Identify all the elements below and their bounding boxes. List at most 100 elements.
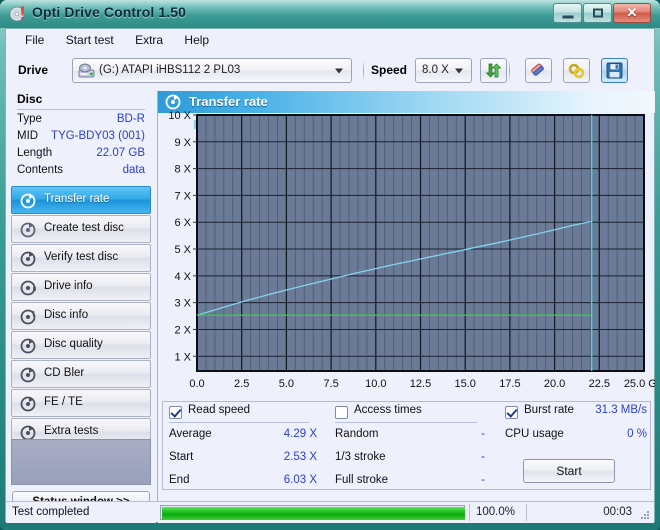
menu-start-test[interactable]: Start test bbox=[57, 29, 123, 51]
svg-text:2.5: 2.5 bbox=[234, 378, 249, 390]
settings-button[interactable] bbox=[563, 58, 590, 83]
disc-value: data bbox=[122, 164, 145, 176]
svg-text:5.0: 5.0 bbox=[279, 378, 294, 390]
menu-extra[interactable]: Extra bbox=[126, 29, 172, 51]
sidebar-item-label: Disc quality bbox=[44, 338, 103, 350]
svg-text:8 X: 8 X bbox=[174, 164, 191, 176]
burst-rate-header: Burst rate 31.3 MB/s bbox=[505, 402, 647, 424]
sidebar-item-fe-te[interactable]: FE / TE bbox=[11, 389, 151, 417]
start-button[interactable]: Start bbox=[523, 459, 615, 483]
svg-text:20.0: 20.0 bbox=[544, 378, 565, 390]
menu-bar: File Start test Extra Help bbox=[6, 29, 654, 51]
menu-help[interactable]: Help bbox=[175, 29, 218, 51]
svg-text:17.5: 17.5 bbox=[499, 378, 520, 390]
sidebar-item-label: FE / TE bbox=[44, 396, 83, 408]
result-row-cpu-usage: CPU usage 0 % bbox=[505, 424, 647, 447]
result-key: Random bbox=[335, 428, 379, 440]
nav-filler bbox=[11, 439, 151, 485]
status-text: Test completed bbox=[12, 506, 90, 518]
progress-bar bbox=[160, 505, 465, 520]
disc-info-icon bbox=[20, 309, 36, 325]
chevron-down-icon bbox=[455, 68, 463, 73]
disc-test-icon bbox=[20, 193, 36, 209]
divider bbox=[526, 504, 527, 521]
disc-value: BD-R bbox=[116, 113, 145, 125]
application-window: Opti Drive Control 1.50 ✕ File Start tes… bbox=[0, 0, 660, 530]
erase-button[interactable] bbox=[525, 58, 552, 83]
svg-text:9 X: 9 X bbox=[174, 137, 191, 149]
read-speed-checkbox[interactable] bbox=[169, 406, 182, 419]
minimize-button[interactable] bbox=[553, 3, 582, 23]
result-key: End bbox=[169, 474, 190, 486]
menu-file[interactable]: File bbox=[16, 29, 53, 51]
burst-rate-value: 31.3 MB/s bbox=[595, 404, 647, 416]
sidebar-item-cd-bler[interactable]: CD Bler bbox=[11, 360, 151, 388]
disc-row-type: Type BD-R bbox=[17, 113, 145, 128]
sidebar-item-transfer-rate[interactable]: Transfer rate bbox=[11, 186, 151, 214]
refresh-button[interactable] bbox=[480, 58, 507, 83]
progress-bar-fill bbox=[162, 507, 465, 520]
disc-group-title: Disc bbox=[17, 92, 43, 106]
disc-key: Type bbox=[17, 113, 42, 125]
svg-text:7 X: 7 X bbox=[174, 190, 191, 202]
maximize-button[interactable] bbox=[583, 3, 612, 23]
svg-text:7.5: 7.5 bbox=[323, 378, 338, 390]
toolbar-divider bbox=[509, 60, 510, 82]
drive-select[interactable]: (G:) ATAPI iHBS112 2 PL03 bbox=[72, 58, 352, 83]
sidebar-item-label: Create test disc bbox=[44, 222, 124, 234]
divider bbox=[169, 422, 309, 423]
client-area: File Start test Extra Help Drive (G:) AT… bbox=[5, 28, 660, 523]
divider bbox=[17, 109, 145, 110]
window-title: Opti Drive Control 1.50 bbox=[32, 4, 186, 20]
optical-drive-icon bbox=[78, 63, 95, 79]
result-row-random: Random - bbox=[335, 424, 485, 447]
access-times-checkbox[interactable] bbox=[335, 406, 348, 419]
sidebar-item-disc-quality[interactable]: Disc quality bbox=[11, 331, 151, 359]
svg-text:2 X: 2 X bbox=[174, 324, 191, 336]
disc-value: TYG-BDY03 (001) bbox=[51, 130, 145, 142]
burst-rate-column: Burst rate 31.3 MB/s CPU usage 0 % bbox=[505, 402, 647, 447]
chart-plot-area[interactable]: 1 X 2 X 3 X 4 X 5 X 6 X 7 X 8 X 9 X 10 X 0.0 2.5 5.0… bbox=[158, 110, 660, 396]
disc-fete-icon bbox=[20, 396, 36, 412]
close-button[interactable]: ✕ bbox=[613, 3, 651, 23]
disc-quality-icon bbox=[20, 338, 36, 354]
sidebar-item-create-test-disc[interactable]: Create test disc bbox=[11, 215, 151, 243]
optical-disc-icon bbox=[9, 5, 27, 23]
resize-grip-icon[interactable] bbox=[639, 509, 650, 520]
sidebar-item-label: Verify test disc bbox=[44, 251, 119, 263]
sidebar-item-label: Disc info bbox=[44, 309, 89, 321]
speed-value: 8.0 X bbox=[422, 64, 449, 76]
svg-text:22.5: 22.5 bbox=[589, 378, 610, 390]
svg-text:5 X: 5 X bbox=[174, 244, 191, 256]
svg-text:10.0: 10.0 bbox=[365, 378, 386, 390]
result-key: Start bbox=[169, 451, 194, 463]
transfer-rate-chart[interactable]: 1 X 2 X 3 X 4 X 5 X 6 X 7 X 8 X 9 X 10 X 0.0 2.5 5.0… bbox=[158, 110, 660, 396]
progress-percent: 100.0% bbox=[476, 506, 516, 518]
save-button[interactable] bbox=[601, 58, 628, 83]
results-panel: Read speed Average 4.29 X Start 2.53 X E… bbox=[162, 401, 651, 490]
sidebar-item-verify-test-disc[interactable]: Verify test disc bbox=[11, 244, 151, 272]
disc-info-group: Disc Type BD-R MID TYG-BDY03 (001) Lengt… bbox=[11, 92, 151, 178]
sidebar-item-drive-info[interactable]: Drive info bbox=[11, 273, 151, 301]
disc-bler-icon bbox=[20, 367, 36, 383]
disc-drive-icon bbox=[20, 280, 36, 296]
result-key: Average bbox=[169, 428, 212, 440]
svg-text:15.0: 15.0 bbox=[454, 378, 475, 390]
toolbar: Drive (G:) ATAPI iHBS112 2 PL03 Speed 8.… bbox=[6, 51, 654, 91]
burst-rate-checkbox[interactable] bbox=[505, 406, 518, 419]
svg-text:1 X: 1 X bbox=[174, 351, 191, 363]
disc-key: Length bbox=[17, 147, 53, 159]
result-key: 1/3 stroke bbox=[335, 451, 386, 463]
sidebar-item-disc-info[interactable]: Disc info bbox=[11, 302, 151, 330]
sidebar-item-label: Transfer rate bbox=[44, 193, 110, 205]
result-row-start: Start 2.53 X bbox=[169, 447, 317, 470]
svg-text:6 X: 6 X bbox=[174, 217, 191, 229]
access-times-column: Access times Random - 1/3 stroke - Full … bbox=[335, 402, 485, 493]
disc-row-mid: MID TYG-BDY03 (001) bbox=[17, 130, 145, 145]
sidebar-item-label: Extra tests bbox=[44, 425, 99, 437]
speed-select[interactable]: 8.0 X bbox=[415, 58, 472, 83]
svg-text:12.5: 12.5 bbox=[410, 378, 431, 390]
sidebar-item-label: CD Bler bbox=[44, 367, 85, 379]
result-row-full-stroke: Full stroke - bbox=[335, 470, 485, 493]
svg-text:25.0 GB: 25.0 GB bbox=[624, 378, 655, 390]
